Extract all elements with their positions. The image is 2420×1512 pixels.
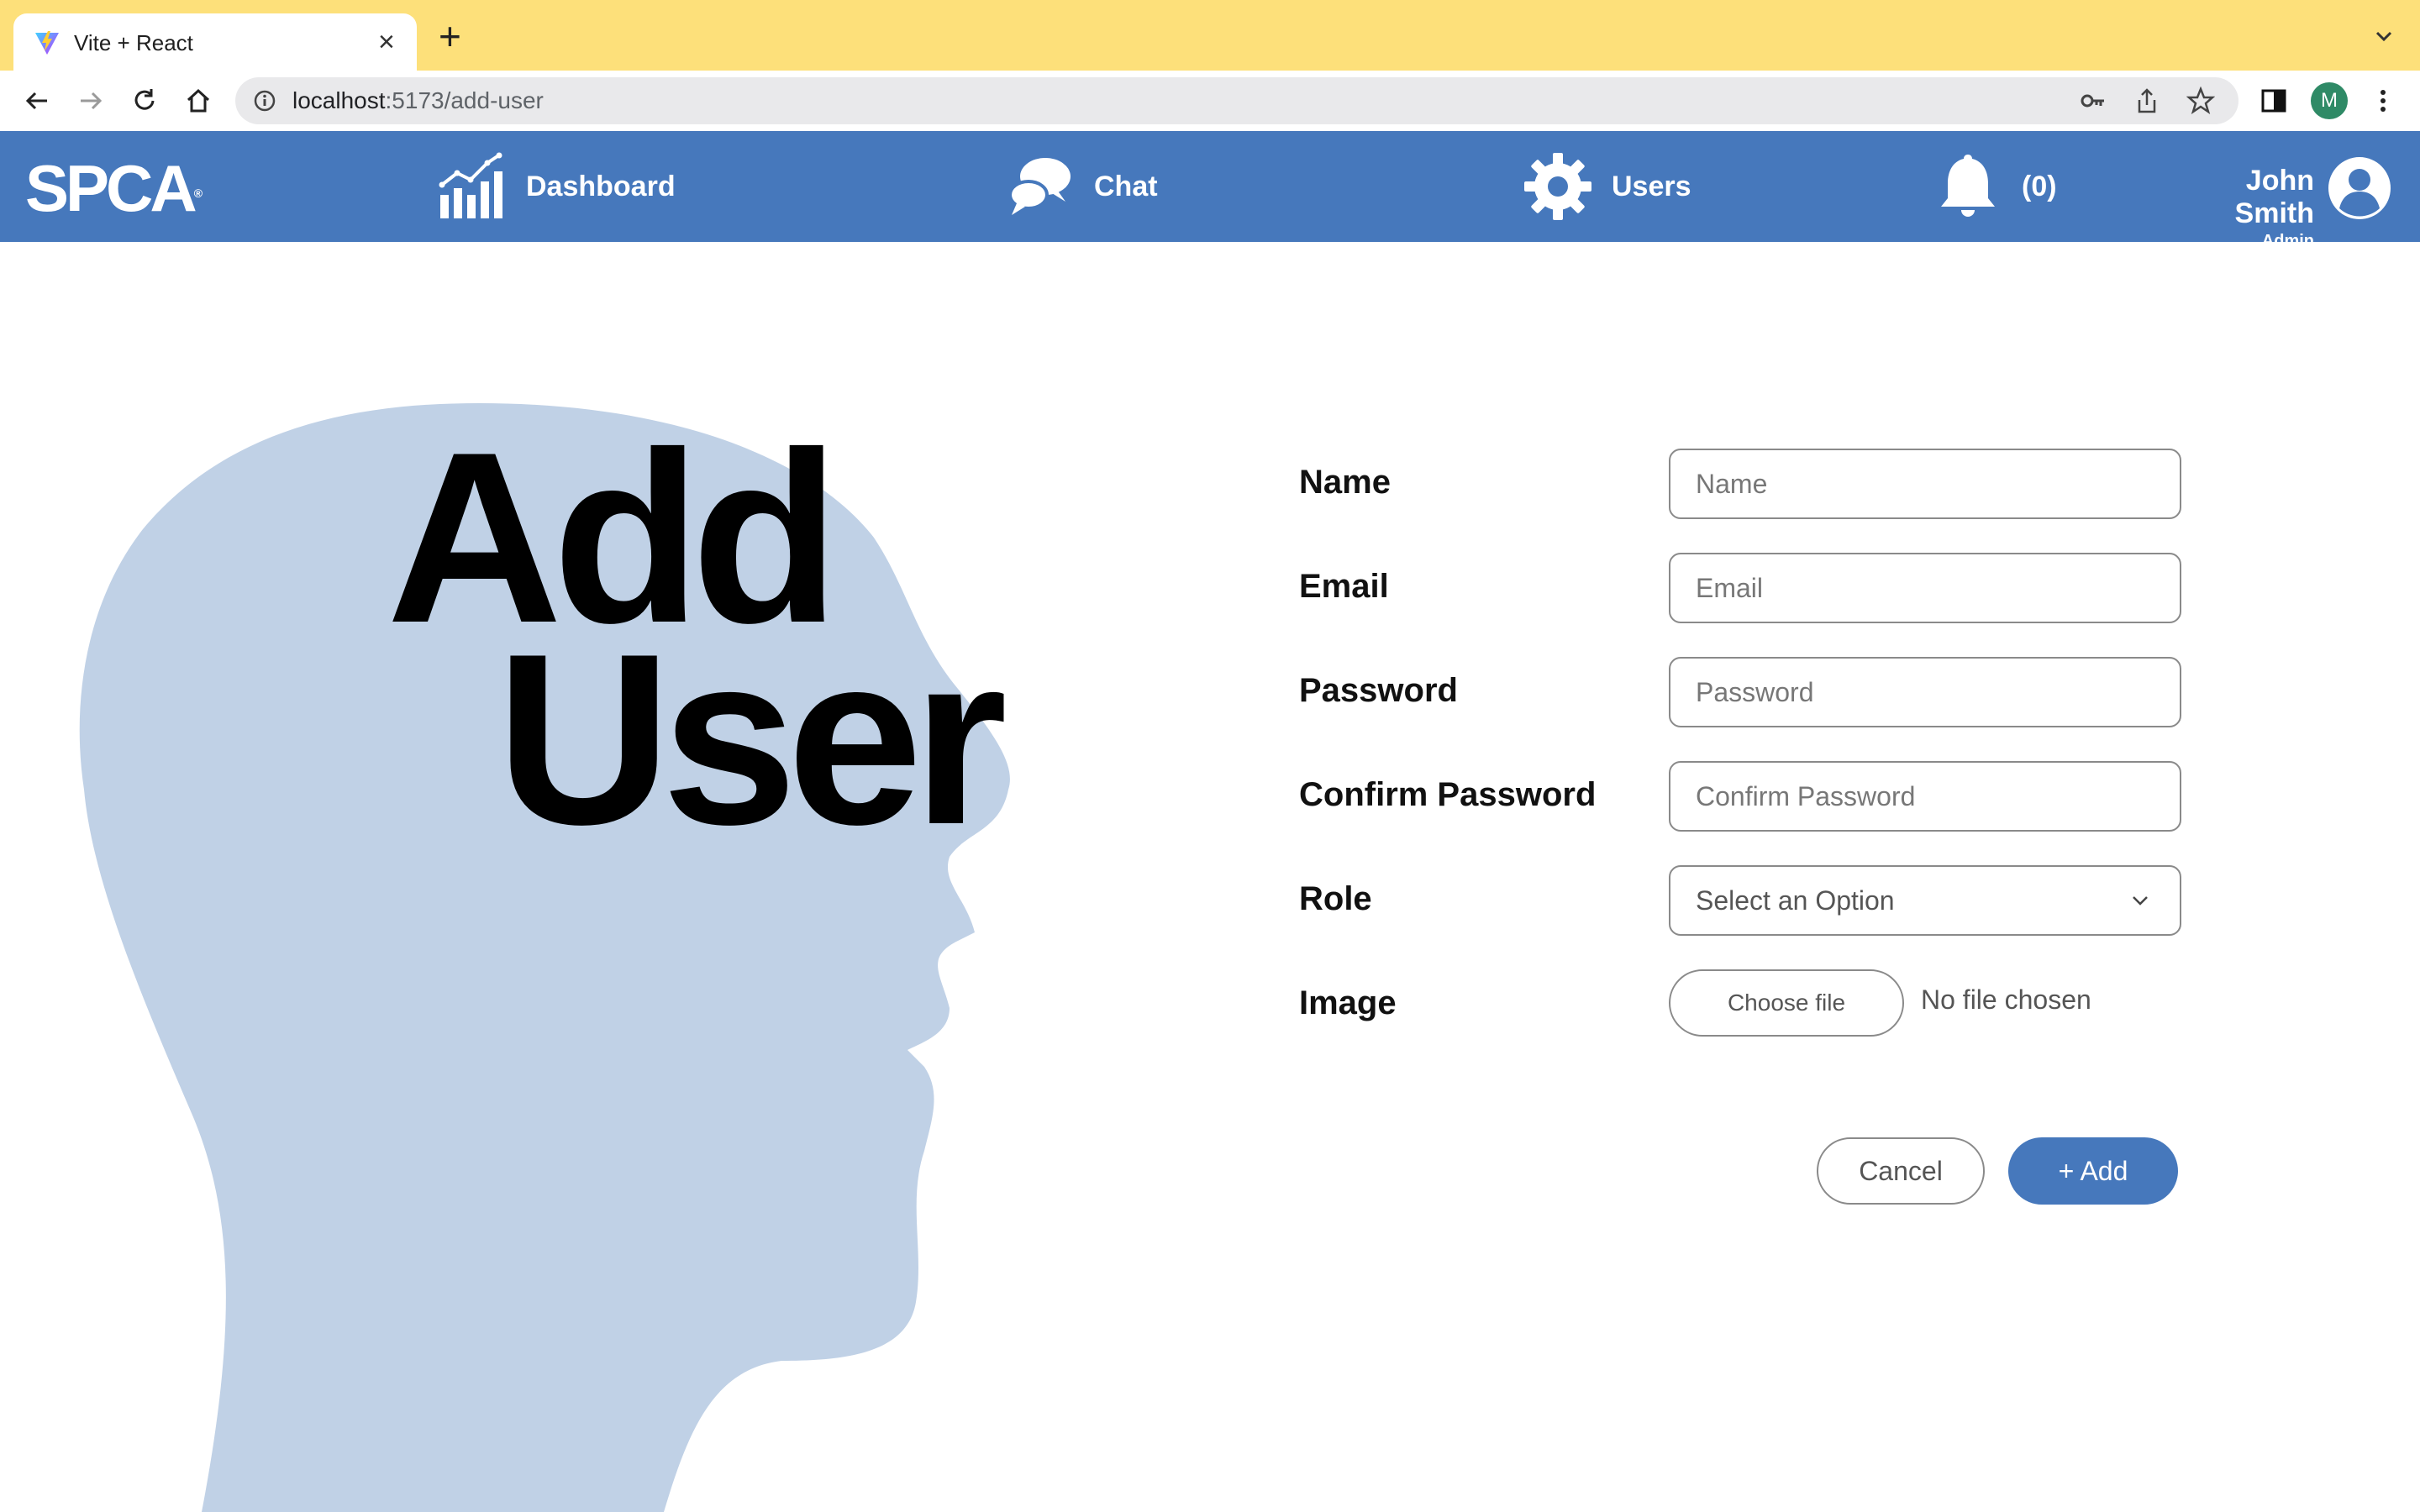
add-user-button[interactable]: + Add (2008, 1137, 2178, 1205)
password-input[interactable] (1669, 657, 2181, 727)
reload-icon[interactable] (129, 86, 160, 116)
profile-avatar[interactable]: M (2311, 82, 2348, 119)
forward-arrow-icon[interactable] (76, 86, 106, 116)
role-select-value: Select an Option (1696, 885, 1895, 916)
vite-favicon-icon (35, 31, 59, 55)
close-tab-icon[interactable]: × (378, 25, 395, 59)
role-label: Role (1299, 880, 1372, 917)
side-panel-icon[interactable] (2259, 86, 2289, 116)
share-icon[interactable] (2133, 87, 2161, 115)
chart-icon (439, 152, 502, 218)
notification-count: (0) (2022, 170, 2057, 202)
nav-chat[interactable]: Chat (1005, 151, 1158, 222)
spca-logo[interactable]: SPCA® (25, 155, 203, 222)
url-text: localhost:5173/add-user (292, 87, 544, 113)
chevron-down-icon (2133, 896, 2148, 906)
site-info-icon[interactable] (252, 88, 277, 113)
name-input[interactable] (1669, 449, 2181, 519)
email-input[interactable] (1669, 553, 2181, 623)
nav-dashboard-label: Dashboard (526, 170, 676, 202)
user-name: John Smith (2234, 165, 2314, 229)
email-label: Email (1299, 568, 1389, 605)
role-select[interactable]: Select an Option (1669, 865, 2181, 936)
user-info[interactable]: John Smith Admin (2163, 165, 2314, 251)
bookmark-star-icon[interactable] (2186, 87, 2215, 115)
image-label: Image (1299, 984, 1397, 1021)
page-title: Add User (387, 402, 1007, 875)
user-avatar-icon[interactable] (2328, 156, 2391, 220)
gear-icon (1524, 153, 1591, 220)
file-status-text: No file chosen (1921, 984, 2091, 1015)
nav-chat-label: Chat (1094, 170, 1158, 202)
back-arrow-icon[interactable] (22, 86, 52, 116)
browser-tab-strip: Vite + React × + (0, 0, 2420, 71)
nav-notifications[interactable]: (0) (1933, 151, 2057, 222)
cancel-button[interactable]: Cancel (1817, 1137, 1985, 1205)
password-label: Password (1299, 672, 1458, 709)
confirm-password-input[interactable] (1669, 761, 2181, 832)
bell-icon (1941, 155, 1995, 217)
nav-users[interactable]: Users (1523, 151, 1691, 222)
choose-file-button[interactable]: Choose file (1669, 969, 1904, 1037)
nav-dashboard[interactable]: Dashboard (437, 151, 676, 222)
browser-toolbar: localhost:5173/add-user M (0, 71, 2420, 131)
browser-tab[interactable]: Vite + React × (13, 13, 417, 71)
home-icon[interactable] (183, 86, 213, 116)
user-role: Admin (2261, 232, 2314, 250)
confirm-password-label: Confirm Password (1299, 776, 1597, 813)
tab-search-chevron-icon[interactable] (2371, 24, 2396, 49)
app-navbar: SPCA® Dashboard Chat Users (0) John Smit… (0, 131, 2420, 250)
nav-users-label: Users (1612, 170, 1691, 202)
key-icon[interactable] (2079, 87, 2107, 115)
tab-title: Vite + React (74, 30, 193, 55)
new-tab-button[interactable]: + (439, 17, 461, 55)
name-label: Name (1299, 464, 1391, 501)
address-bar[interactable]: localhost:5173/add-user (235, 77, 2238, 124)
menu-kebab-icon[interactable] (2368, 86, 2398, 116)
chat-bubbles-icon (1008, 158, 1071, 215)
